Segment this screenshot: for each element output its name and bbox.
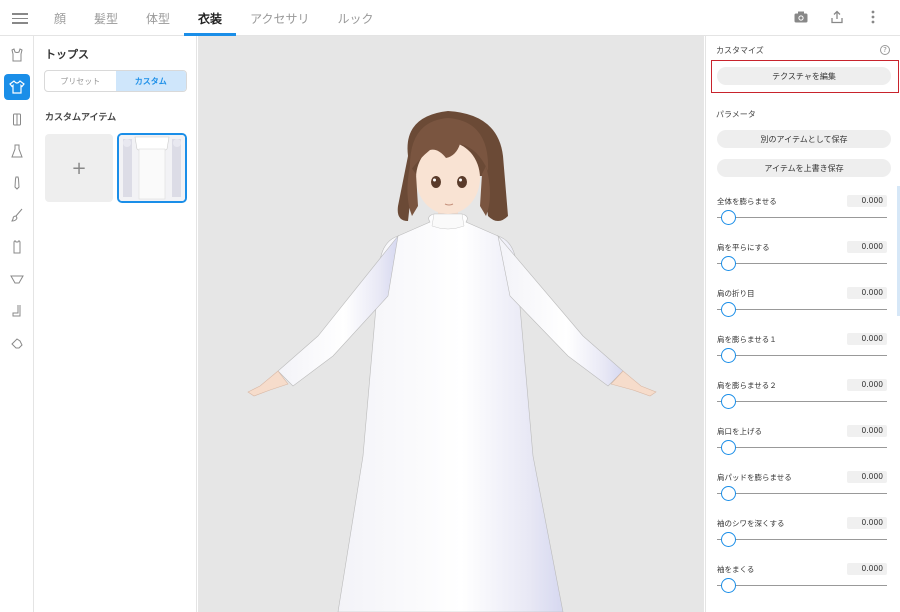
param-slider-track[interactable] xyxy=(717,217,887,218)
param-row: 肩を平らにする 0.000 xyxy=(717,241,887,282)
overwrite-save-button[interactable]: アイテムを上書き保存 xyxy=(717,159,891,177)
share-icon[interactable] xyxy=(828,8,846,26)
param-label: 肩パッドを膨らませる xyxy=(717,473,792,482)
param-label: 袖のシワを深くする xyxy=(717,519,785,528)
param-label: 全体を膨らませる xyxy=(717,197,777,206)
tab-body[interactable]: 体型 xyxy=(132,0,184,36)
param-slider-track[interactable] xyxy=(717,263,887,264)
param-slider-track[interactable] xyxy=(717,585,887,586)
param-label: 肩を膨らませる２ xyxy=(717,381,777,390)
params-title: パラメータ xyxy=(716,110,756,119)
param-value[interactable]: 0.000 xyxy=(847,379,887,391)
item-panel: トップス プリセット カスタム カスタムアイテム + xyxy=(34,36,197,612)
category-tabs: 顔 髪型 体型 衣装 アクセサリ ルック xyxy=(40,0,387,36)
param-slider-knob[interactable] xyxy=(721,348,736,363)
param-slider-knob[interactable] xyxy=(721,210,736,225)
dress-icon[interactable] xyxy=(4,138,30,164)
tab-look[interactable]: ルック xyxy=(323,0,387,36)
avatar-figure xyxy=(247,111,657,612)
tab-hair[interactable]: 髪型 xyxy=(80,0,132,36)
preset-tab[interactable]: プリセット xyxy=(45,71,116,91)
sock-icon[interactable] xyxy=(4,298,30,324)
param-slider-track[interactable] xyxy=(717,447,887,448)
param-slider-track[interactable] xyxy=(717,355,887,356)
param-label: 肩を平らにする xyxy=(717,243,770,252)
vest-icon[interactable] xyxy=(4,106,30,132)
param-row: 全体を膨らませる 0.000 xyxy=(717,195,887,236)
tank-top-icon[interactable] xyxy=(4,42,30,68)
param-value[interactable]: 0.000 xyxy=(847,425,887,437)
custom-tab[interactable]: カスタム xyxy=(115,71,186,91)
param-slider-knob[interactable] xyxy=(721,486,736,501)
help-icon[interactable]: ? xyxy=(880,45,890,55)
param-slider-track[interactable] xyxy=(717,539,887,540)
skirt-icon[interactable] xyxy=(4,234,30,260)
menu-icon[interactable] xyxy=(12,10,28,26)
tab-face[interactable]: 顔 xyxy=(40,0,80,36)
param-slider-knob[interactable] xyxy=(721,440,736,455)
param-row: 肩を膨らませる２ 0.000 xyxy=(717,379,887,420)
add-item-button[interactable]: + xyxy=(45,134,113,202)
edit-texture-button[interactable]: テクスチャを編集 xyxy=(717,67,891,85)
param-value[interactable]: 0.000 xyxy=(847,287,887,299)
param-label: 袖をまくる xyxy=(717,565,755,574)
save-as-new-button[interactable]: 別のアイテムとして保存 xyxy=(717,130,891,148)
param-value[interactable]: 0.000 xyxy=(847,241,887,253)
param-label: 肩口を上げる xyxy=(717,427,762,436)
tie-icon[interactable] xyxy=(4,170,30,196)
param-slider-track[interactable] xyxy=(717,309,887,310)
custom-item-thumbnail[interactable] xyxy=(117,133,187,203)
top-bar: 顔 髪型 体型 衣装 アクセサリ ルック xyxy=(0,0,900,36)
camera-icon[interactable] xyxy=(792,8,810,26)
garment-rail xyxy=(0,36,34,612)
param-value[interactable]: 0.000 xyxy=(847,563,887,575)
more-vert-icon[interactable] xyxy=(864,8,882,26)
tab-accessory[interactable]: アクセサリ xyxy=(236,0,323,36)
shirt-icon[interactable] xyxy=(4,74,30,100)
plus-icon: + xyxy=(71,157,87,179)
param-value[interactable]: 0.000 xyxy=(847,471,887,483)
param-row: 袖のシワを深くする 0.000 xyxy=(717,517,887,558)
param-value[interactable]: 0.000 xyxy=(847,517,887,529)
param-value[interactable]: 0.000 xyxy=(847,333,887,345)
param-slider-knob[interactable] xyxy=(721,394,736,409)
model-viewport[interactable] xyxy=(198,36,704,612)
param-label: 肩の折り目 xyxy=(717,289,755,298)
param-row: 肩口を上げる 0.000 xyxy=(717,425,887,466)
customize-title: カスタマイズ xyxy=(716,46,764,55)
brush-icon[interactable] xyxy=(4,202,30,228)
param-value[interactable]: 0.000 xyxy=(847,195,887,207)
param-row: 袖をまくる 0.000 xyxy=(717,563,887,604)
preset-custom-toggle: プリセット カスタム xyxy=(44,70,187,92)
param-slider-track[interactable] xyxy=(717,493,887,494)
custom-items-label: カスタムアイテム xyxy=(45,113,117,123)
shoe-icon[interactable] xyxy=(4,330,30,356)
param-slider-knob[interactable] xyxy=(721,302,736,317)
param-row: 肩の折り目 0.000 xyxy=(717,287,887,328)
param-slider-knob[interactable] xyxy=(721,578,736,593)
customize-panel: カスタマイズ ? テクスチャを編集 パラメータ 別のアイテムとして保存 アイテム… xyxy=(705,36,900,612)
param-slider-track[interactable] xyxy=(717,401,887,402)
tab-outfit[interactable]: 衣装 xyxy=(184,0,237,36)
param-row: 肩パッドを膨らませる 0.000 xyxy=(717,471,887,512)
param-slider-knob[interactable] xyxy=(721,256,736,271)
param-slider-knob[interactable] xyxy=(721,532,736,547)
panel-title: トップス xyxy=(45,48,89,61)
underwear-icon[interactable] xyxy=(4,266,30,292)
param-label: 肩を膨らませる１ xyxy=(717,335,777,344)
param-row: 肩を膨らませる１ 0.000 xyxy=(717,333,887,374)
